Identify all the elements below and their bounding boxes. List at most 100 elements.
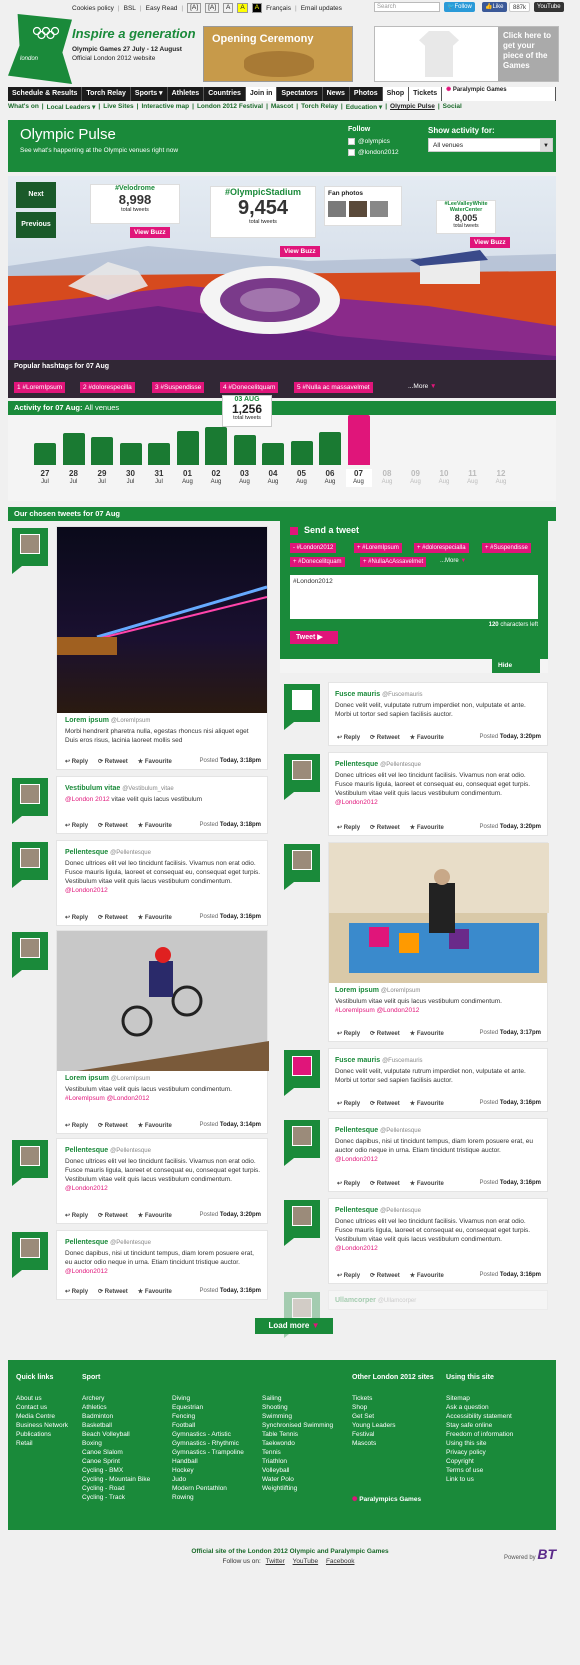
footer-link[interactable]: Canoe Slalom — [82, 1448, 150, 1457]
stadium-view-buzz[interactable]: View Buzz — [280, 246, 320, 257]
footer-link[interactable]: Beach Volleyball — [82, 1430, 150, 1439]
footer-link[interactable]: Taekwondo — [262, 1439, 333, 1448]
activity-bar[interactable] — [290, 441, 313, 465]
footer-link[interactable]: Table Tennis — [262, 1430, 333, 1439]
footer-link[interactable]: Boxing — [82, 1439, 150, 1448]
footer-link[interactable]: Link to us — [446, 1475, 513, 1484]
retweet-button[interactable]: ⟳ Retweet — [98, 914, 128, 921]
footer-link[interactable]: Shop — [352, 1403, 396, 1412]
facebook-link[interactable]: Facebook — [326, 1558, 355, 1565]
nav-join-in[interactable]: Join in — [245, 87, 278, 101]
retweet-button[interactable]: ⟳ Retweet — [98, 822, 128, 829]
activity-day-label[interactable]: 04 Aug — [260, 469, 286, 487]
reply-button[interactable]: ↩ Reply — [65, 1122, 88, 1129]
next-button[interactable]: Next — [16, 182, 56, 208]
follow-london2012[interactable]: @london2012 — [348, 149, 399, 156]
favourite-button[interactable]: ★ Favourite — [410, 824, 444, 831]
venue-select[interactable]: All venues ▼ — [428, 138, 553, 152]
twitter-link[interactable]: Twitter — [266, 1558, 285, 1565]
footer-link[interactable]: About us — [16, 1394, 68, 1403]
retweet-button[interactable]: ⟳ Retweet — [370, 734, 400, 741]
fan-photo-thumb[interactable] — [328, 201, 346, 217]
retweet-button[interactable]: ⟳ Retweet — [98, 1288, 128, 1295]
reply-button[interactable]: ↩ Reply — [337, 1272, 360, 1279]
text-size-small[interactable]: [A] — [187, 3, 202, 13]
nav-torch-relay[interactable]: Torch Relay — [82, 87, 131, 101]
footer-link[interactable]: Athletics — [82, 1403, 150, 1412]
velodrome-view-buzz[interactable]: View Buzz — [130, 227, 170, 238]
activity-day-label[interactable]: 03 Aug — [232, 469, 258, 487]
bsl-link[interactable]: BSL — [124, 5, 136, 12]
footer-link[interactable]: Copyright — [446, 1457, 513, 1466]
footer-link[interactable]: Terms of use — [446, 1466, 513, 1475]
footer-link[interactable]: Tennis — [262, 1448, 333, 1457]
activity-day-label[interactable]: 01 Aug — [175, 469, 201, 487]
activity-day-label[interactable]: 12 Aug — [488, 469, 514, 487]
tweet-textarea[interactable]: #London2012 — [290, 575, 538, 619]
facebook-like-button[interactable]: 👍Like — [482, 2, 507, 12]
footer-link[interactable]: Mascots — [352, 1439, 396, 1448]
francais-link[interactable]: Français — [266, 5, 291, 12]
footer-link[interactable]: Water Polo — [262, 1475, 333, 1484]
avatar[interactable] — [12, 842, 48, 888]
footer-link[interactable]: Business Network — [16, 1421, 68, 1430]
contrast-dark[interactable]: A — [251, 3, 263, 13]
footer-link[interactable]: Retail — [16, 1439, 68, 1448]
subnav-live-sites[interactable]: Live Sites — [103, 103, 133, 113]
subnav-social[interactable]: Social — [443, 103, 462, 113]
avatar[interactable] — [12, 778, 48, 824]
retweet-button[interactable]: ⟳ Retweet — [370, 824, 400, 831]
tweet-photo[interactable] — [57, 527, 268, 713]
activity-day-label[interactable]: 11 Aug — [460, 469, 486, 487]
favourite-button[interactable]: ★ Favourite — [138, 914, 172, 921]
activity-bar[interactable] — [233, 435, 256, 465]
subnav-education[interactable]: Education ▾ — [346, 103, 383, 113]
contrast-yellow[interactable]: A — [237, 3, 248, 13]
avatar[interactable] — [12, 528, 48, 574]
hashtag-1[interactable]: 1 #LoremIpsum — [14, 382, 66, 393]
send-tag-nullaacassavelmet[interactable]: + #NullaAcAssavelmet — [360, 557, 427, 567]
favourite-button[interactable]: ★ Favourite — [138, 758, 172, 765]
nav-countries[interactable]: Countries — [204, 87, 246, 101]
retweet-button[interactable]: ⟳ Retweet — [98, 1212, 128, 1219]
reply-button[interactable]: ↩ Reply — [337, 1030, 360, 1037]
reply-button[interactable]: ↩ Reply — [337, 824, 360, 831]
send-tag-loremipsum[interactable]: + #LoremIpsum — [354, 543, 402, 553]
paralympics-link[interactable]: ✺ Paralympics Games — [352, 1496, 422, 1503]
send-tag-london2012[interactable]: - #London2012 — [290, 543, 337, 553]
fan-photo-thumb[interactable] — [370, 201, 388, 217]
footer-link[interactable]: Cycling - Track — [82, 1493, 150, 1502]
subnav-torch-relay[interactable]: Torch Relay — [301, 103, 338, 113]
send-more-link[interactable]: ...More ▼ — [440, 558, 466, 564]
subnav-local-leaders[interactable]: Local Leaders ▾ — [47, 103, 96, 113]
footer-link[interactable]: Tickets — [352, 1394, 396, 1403]
retweet-button[interactable]: ⟳ Retweet — [370, 1030, 400, 1037]
footer-link[interactable]: Basketball — [82, 1421, 150, 1430]
avatar[interactable] — [12, 1232, 48, 1278]
activity-day-label[interactable]: 09 Aug — [403, 469, 429, 487]
activity-day-label[interactable]: 31 Jul — [146, 469, 172, 487]
send-tag-dolorespecialla[interactable]: + #dolorespecialla — [414, 543, 469, 553]
nav-tickets[interactable]: Tickets — [409, 87, 443, 101]
favourite-button[interactable]: ★ Favourite — [410, 1030, 444, 1037]
footer-link[interactable]: Equestrian — [172, 1403, 244, 1412]
footer-link[interactable]: Rowing — [172, 1493, 244, 1502]
avatar[interactable] — [284, 684, 320, 730]
footer-link[interactable]: Handball — [172, 1457, 244, 1466]
reply-button[interactable]: ↩ Reply — [337, 1180, 360, 1187]
subnav-mascot[interactable]: Mascot — [271, 103, 293, 113]
favourite-button[interactable]: ★ Favourite — [138, 1288, 172, 1295]
retweet-button[interactable]: ⟳ Retweet — [370, 1272, 400, 1279]
shirt-ad-banner[interactable]: Click here to get your piece of the Game… — [374, 26, 559, 82]
activity-bar[interactable] — [319, 432, 341, 465]
reply-button[interactable]: ↩ Reply — [65, 1212, 88, 1219]
nav-schedule[interactable]: Schedule & Results — [8, 87, 83, 101]
activity-day-label[interactable]: 27 Jul — [32, 469, 58, 487]
hashtag-2[interactable]: 2 #dolorespecilla — [80, 382, 135, 393]
nav-sports[interactable]: Sports ▾ — [131, 87, 168, 101]
footer-link[interactable]: Triathlon — [262, 1457, 333, 1466]
more-hashtags-link[interactable]: ...More ▼ — [408, 383, 436, 390]
hide-button[interactable]: Hide ▲ — [492, 659, 540, 673]
subnav-whats-on[interactable]: What's on — [8, 103, 39, 113]
send-tag-suspendisse[interactable]: + #Suspendisse — [482, 543, 531, 553]
